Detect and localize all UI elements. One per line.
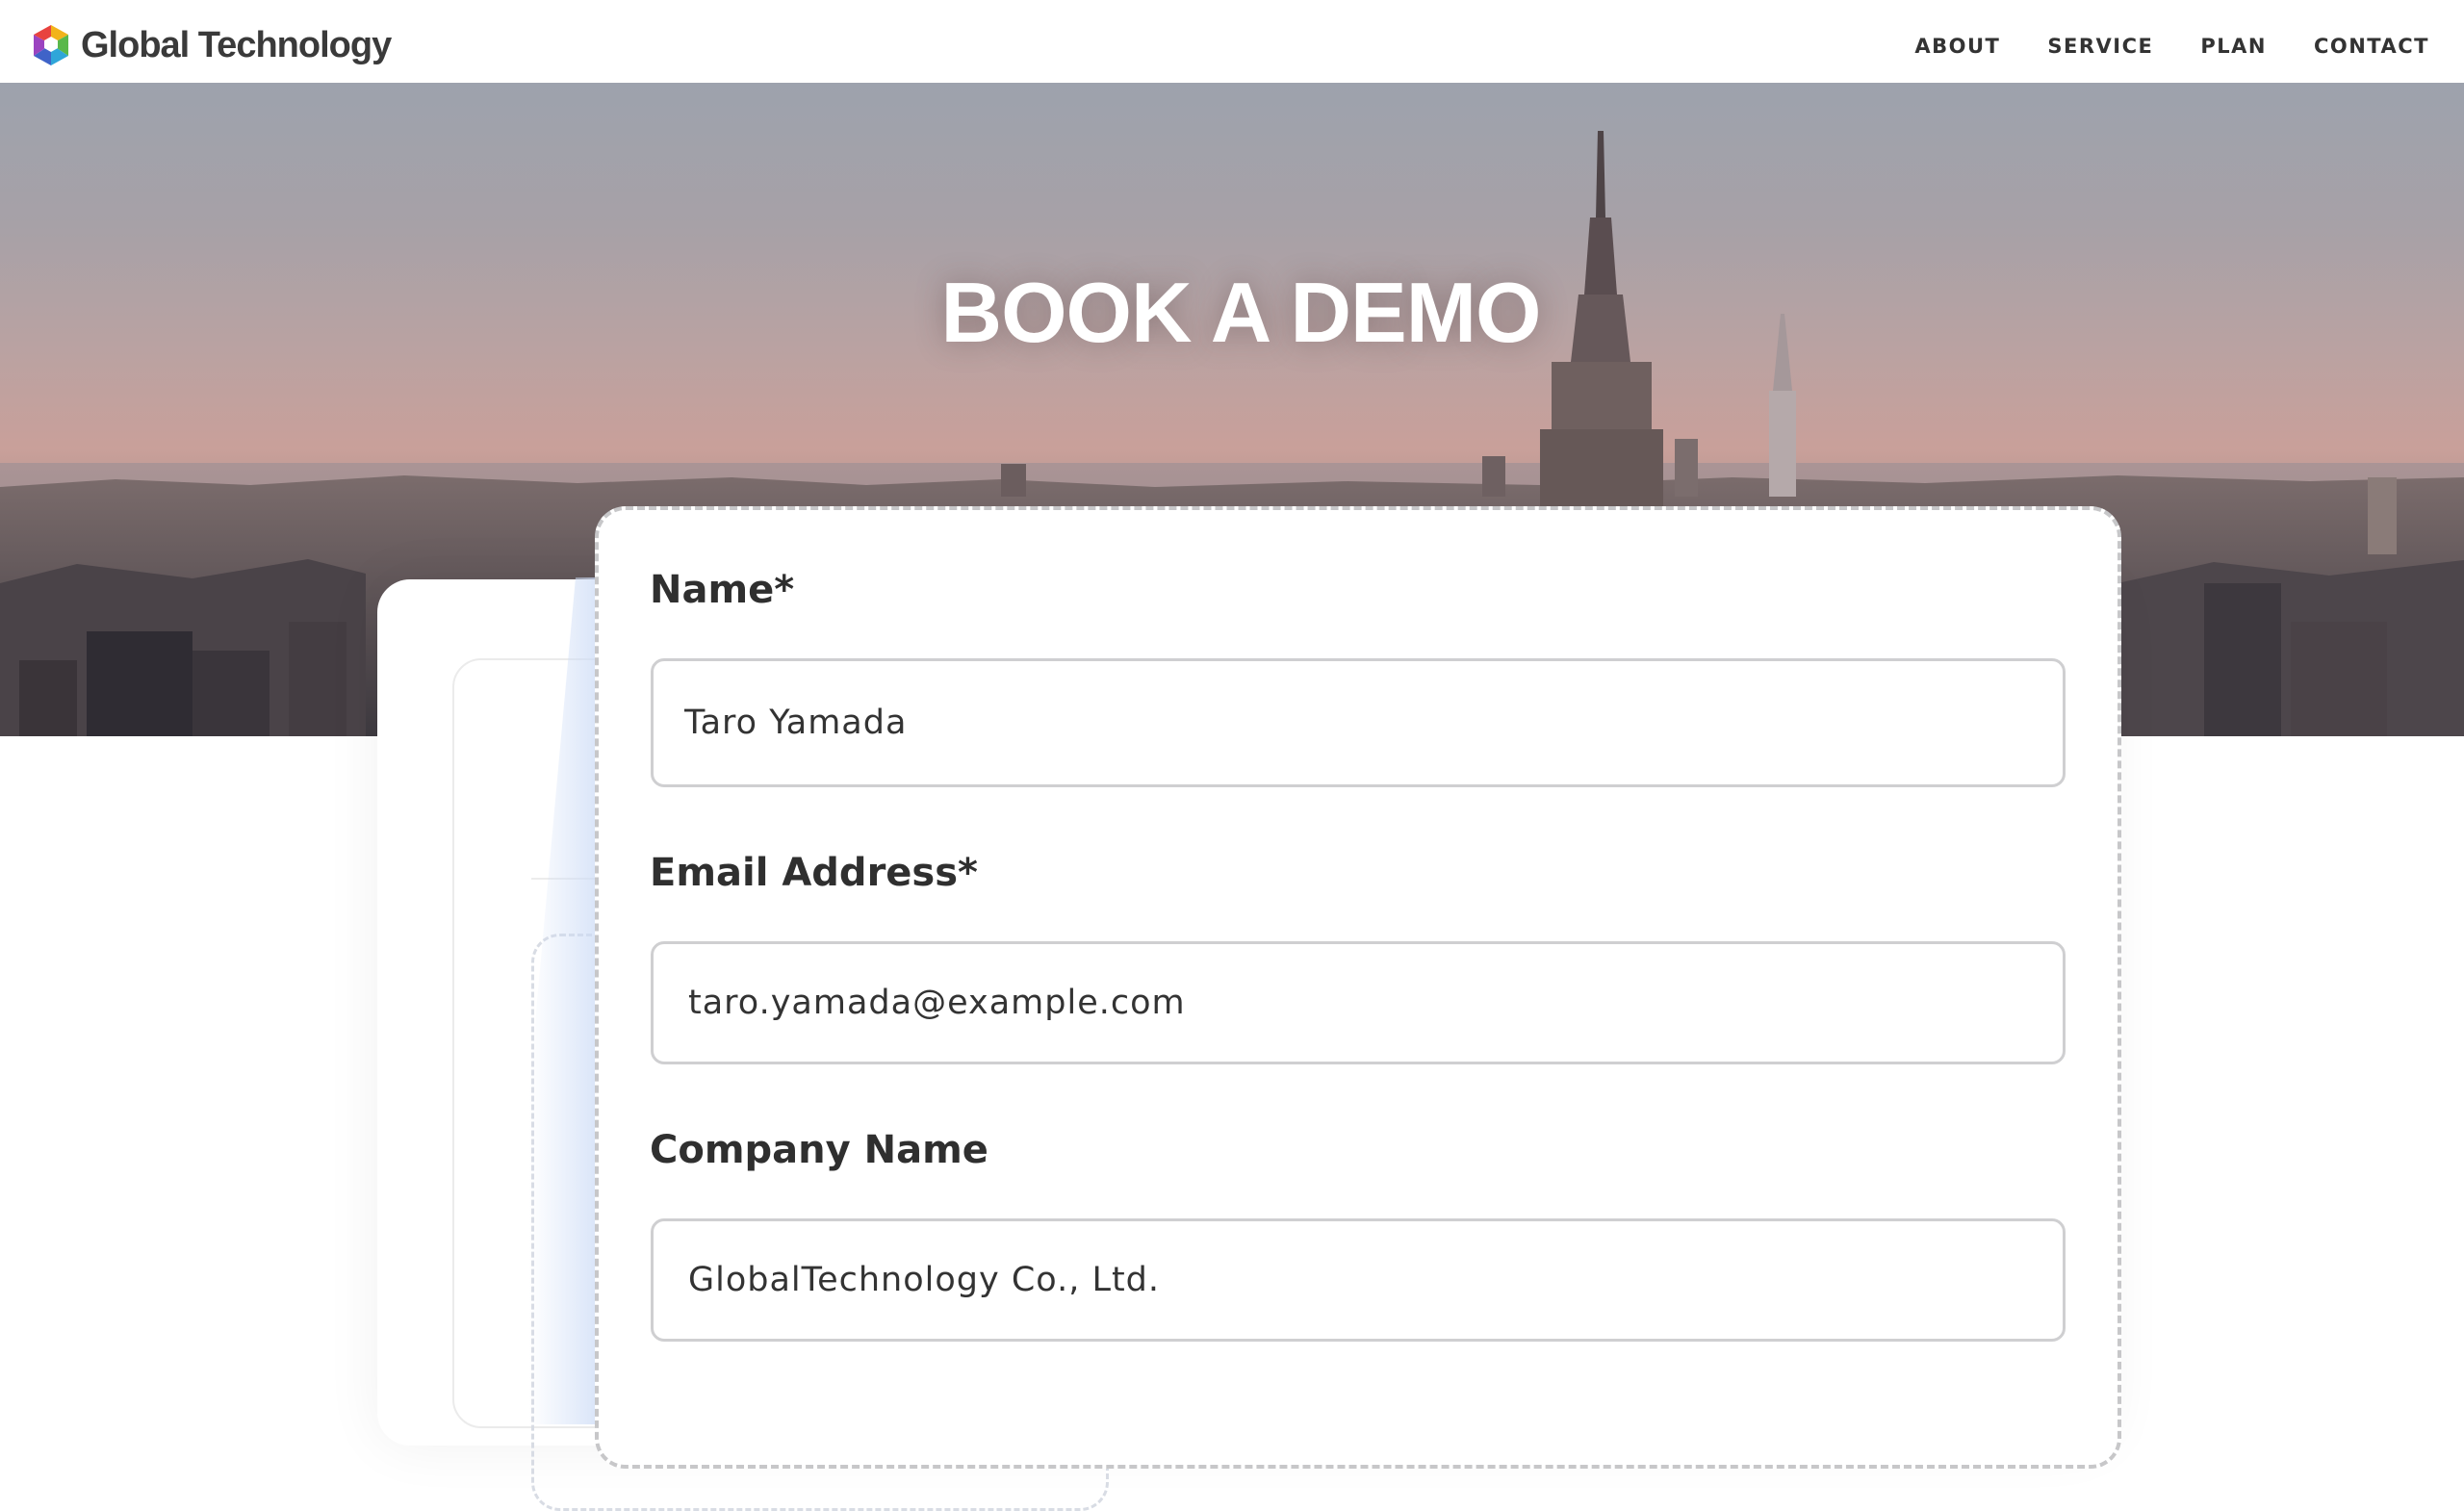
site-header: Global Technology ABOUT SERVICE PLAN CON…	[0, 0, 2464, 83]
brand-logo[interactable]: Global Technology	[31, 23, 392, 67]
nav-service[interactable]: SERVICE	[2047, 35, 2153, 58]
brand-name: Global Technology	[81, 24, 392, 65]
company-input[interactable]	[651, 1218, 2066, 1342]
name-label: Name*	[650, 568, 795, 612]
email-label: Email Address*	[650, 851, 978, 895]
email-input[interactable]	[651, 941, 2066, 1064]
company-label: Company Name	[650, 1128, 988, 1172]
nav-about[interactable]: ABOUT	[1914, 35, 2000, 58]
logo-hexagon-icon	[34, 25, 68, 65]
nav-contact[interactable]: CONTACT	[2314, 35, 2429, 58]
name-input[interactable]	[651, 658, 2066, 787]
nav-plan[interactable]: PLAN	[2200, 35, 2267, 58]
main-nav: ABOUT SERVICE PLAN CONTACT	[1867, 0, 2429, 92]
hero-title: BOOK A DEMO	[940, 265, 1542, 360]
